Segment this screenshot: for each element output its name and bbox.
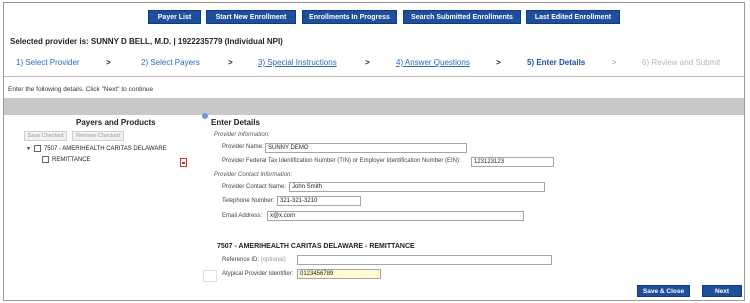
tin-label: Provider Federal Tax Identification Numb… — [222, 158, 461, 164]
tree-product-row[interactable]: REMITTANCE — [42, 156, 91, 163]
instruction-text: Enter the following details. Click "Next… — [8, 85, 154, 93]
optional-hint: (optional) — [260, 257, 286, 263]
enrollment-window: Payer List Start New Enrollment Enrollme… — [3, 2, 745, 301]
atypical-provider-field[interactable]: 0123456789 — [297, 269, 381, 279]
contact-name-field[interactable]: John Smith — [289, 182, 545, 192]
step-select-provider[interactable]: 1) Select Provider — [16, 58, 80, 67]
save-checked-button[interactable]: Save Checked — [24, 131, 67, 141]
search-submitted-enrollments-button[interactable]: Search Submitted Enrollments — [403, 10, 521, 24]
reference-id-label-text: Reference ID: — [222, 257, 260, 263]
enrollments-in-progress-button[interactable]: Enrollments In Progress — [302, 10, 397, 24]
step-arrow: > — [496, 58, 501, 67]
tin-field[interactable]: 123123123 — [471, 157, 554, 167]
pdf-icon[interactable] — [180, 158, 187, 167]
remove-checked-button[interactable]: Remove Checked — [72, 131, 124, 141]
reference-id-field[interactable] — [297, 255, 552, 265]
provider-info-heading: Provider Information: — [214, 132, 270, 138]
enter-details-title: Enter Details — [211, 118, 260, 127]
save-and-close-button[interactable]: Save & Close — [637, 285, 690, 297]
last-edited-enrollment-button[interactable]: Last Edited Enrollment — [526, 10, 620, 24]
selected-provider-text: Selected provider is: SUNNY D BELL, M.D.… — [10, 37, 283, 46]
header-band — [4, 98, 744, 115]
provider-name-label: Provider Name: — [222, 144, 264, 150]
blank-box — [203, 270, 217, 282]
step-answer-questions[interactable]: 4) Answer Questions — [396, 58, 470, 67]
step-arrow: > — [106, 58, 111, 67]
atypical-provider-label: Atypical Provider Identifier: — [222, 271, 294, 277]
tree-payer-row[interactable]: ▼ 7507 - AMERIHEALTH CARITAS DELAWARE — [26, 145, 167, 152]
info-icon — [202, 113, 208, 119]
step-enter-details: 5) Enter Details — [527, 58, 586, 67]
next-button[interactable]: Next — [702, 285, 742, 297]
payer-list-button[interactable]: Payer List — [148, 10, 201, 24]
step-special-instructions[interactable]: 3) Special Instructions — [258, 58, 337, 67]
wizard-steps: 1) Select Provider > 2) Select Payers > … — [4, 58, 744, 72]
start-new-enrollment-button[interactable]: Start New Enrollment — [206, 10, 296, 24]
payers-panel-title: Payers and Products — [76, 118, 156, 127]
step-arrow: > — [612, 58, 617, 67]
reference-id-label: Reference ID: (optional) — [222, 257, 286, 263]
contact-info-heading: Provider Contact Information: — [214, 172, 293, 178]
email-label: Email Address: — [222, 213, 263, 219]
provider-name-field[interactable]: SUNNY DEMO — [265, 143, 467, 153]
contact-name-label: Provider Contact Name: — [222, 184, 287, 190]
top-navigation: Payer List Start New Enrollment Enrollme… — [4, 10, 744, 24]
remittance-section-title: 7507 - AMERIHEALTH CARITAS DELAWARE - RE… — [217, 243, 415, 250]
step-select-payers[interactable]: 2) Select Payers — [141, 58, 200, 67]
payer-checkbox[interactable] — [33, 145, 41, 152]
product-label: REMITTANCE — [52, 156, 91, 163]
email-field[interactable]: x@x.com — [267, 211, 524, 221]
payer-label: 7507 - AMERIHEALTH CARITAS DELAWARE — [43, 145, 167, 152]
step-arrow: > — [228, 58, 233, 67]
step-review-and-submit: 6) Review and Submit — [642, 58, 721, 67]
phone-field[interactable]: 321-321-3210 — [277, 196, 361, 206]
phone-label: Telephone Number: — [222, 198, 275, 204]
expand-caret-icon[interactable]: ▼ — [26, 146, 31, 152]
divider — [4, 76, 744, 77]
step-arrow: > — [365, 58, 370, 67]
product-checkbox[interactable] — [42, 156, 49, 163]
